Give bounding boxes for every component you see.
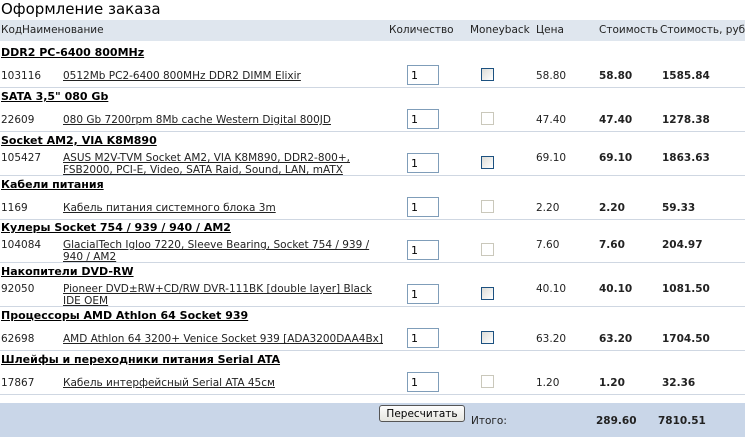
item-cost: 63.20 [599, 333, 633, 345]
item-cost: 58.80 [599, 70, 633, 82]
item-name-link[interactable]: Кабель интерфейсный Serial ATA 45см [63, 377, 383, 389]
item-price: 69.10 [536, 152, 567, 164]
category-link[interactable]: Socket AM2, VIA K8M890 [1, 134, 157, 147]
page-title: Оформление заказа [1, 0, 161, 18]
item-code: 17867 [1, 377, 35, 389]
item-code: 62698 [1, 333, 35, 345]
item-price: 7.60 [536, 239, 560, 251]
table-row: 103116 0512Mb PC2-6400 800MHz DDR2 DIMM E… [0, 61, 745, 88]
item-code: 92050 [1, 283, 35, 295]
total-label: Итого: [471, 415, 507, 427]
item-cost-rub: 1278.38 [662, 114, 710, 126]
item-code: 105427 [1, 152, 42, 164]
item-cost-rub: 204.97 [662, 239, 703, 251]
quantity-input[interactable] [407, 197, 439, 217]
row-divider [0, 306, 745, 307]
item-code: 22609 [1, 114, 35, 126]
quantity-input[interactable] [407, 65, 439, 85]
row-divider [0, 394, 745, 395]
row-divider [0, 87, 745, 88]
category-link[interactable]: DDR2 PC-6400 800MHz [1, 46, 144, 59]
item-code: 104084 [1, 239, 42, 251]
quantity-input[interactable] [407, 372, 439, 392]
quantity-input[interactable] [407, 109, 439, 129]
item-cost-rub: 1585.84 [662, 70, 710, 82]
item-price: 63.20 [536, 333, 567, 345]
category-link[interactable]: Шлейфы и переходники питания Serial ATA [1, 353, 280, 366]
recalculate-button[interactable]: Пересчитать [379, 405, 465, 422]
table-row: 92050 Pioneer DVD±RW+CD/RW DVR-111BK [dou… [0, 280, 745, 307]
header-moneyback: Moneyback [470, 24, 530, 36]
category-link[interactable]: Процессоры AMD Athlon 64 Socket 939 [1, 309, 248, 322]
moneyback-checkbox[interactable] [481, 331, 494, 344]
header-qty: Количество [389, 24, 454, 36]
table-row: 17867 Кабель интерфейсный Serial ATA 45см… [0, 368, 745, 395]
item-price: 40.10 [536, 283, 567, 295]
moneyback-checkbox[interactable] [481, 112, 494, 125]
item-name-link[interactable]: ASUS M2V-TVM Socket AM2, VIA K8M890, DDR… [63, 152, 383, 176]
item-code: 103116 [1, 70, 42, 82]
item-name-link[interactable]: Pioneer DVD±RW+CD/RW DVR-111BK [double l… [63, 283, 383, 307]
item-cost-rub: 1704.50 [662, 333, 710, 345]
moneyback-checkbox[interactable] [481, 287, 494, 300]
item-cost-rub: 32.36 [662, 377, 696, 389]
quantity-input[interactable] [407, 284, 439, 304]
row-divider [0, 175, 745, 176]
item-cost: 40.10 [599, 283, 633, 295]
table-row: 22609 080 Gb 7200rpm 8Mb cache Western Di… [0, 105, 745, 132]
header-code: Код [1, 24, 23, 36]
table-row: 62698 AMD Athlon 64 3200+ Venice Socket 9… [0, 324, 745, 351]
moneyback-checkbox[interactable] [481, 200, 494, 213]
item-cost: 7.60 [599, 239, 625, 251]
category-link[interactable]: Накопители DVD-RW [1, 265, 134, 278]
moneyback-checkbox[interactable] [481, 156, 494, 169]
item-cost-rub: 1863.63 [662, 152, 710, 164]
quantity-input[interactable] [407, 240, 439, 260]
total-cost-rub: 7810.51 [658, 415, 706, 427]
quantity-input[interactable] [407, 153, 439, 173]
category-link[interactable]: Кабели питания [1, 178, 104, 191]
item-cost: 2.20 [599, 202, 625, 214]
row-divider [0, 262, 745, 263]
total-cost: 289.60 [596, 415, 637, 427]
table-row: 105427 ASUS M2V-TVM Socket AM2, VIA K8M89… [0, 149, 745, 176]
item-cost-rub: 1081.50 [662, 283, 710, 295]
item-code: 1169 [1, 202, 28, 214]
row-divider [0, 219, 745, 220]
table-row: 1169 Кабель питания системного блока 3m 2.… [0, 193, 745, 220]
item-name-link[interactable]: AMD Athlon 64 3200+ Venice Socket 939 [A… [63, 333, 383, 345]
table-header: Код Наименование Количество Moneyback Це… [0, 20, 745, 41]
header-cost-rub: Стоимость, руб. [660, 24, 745, 36]
item-name-link[interactable]: GlacialTech Igloo 7220, Sleeve Bearing, … [63, 239, 383, 263]
row-divider [0, 131, 745, 132]
header-cost: Стоимость [599, 24, 659, 36]
item-price: 58.80 [536, 70, 567, 82]
header-name: Наименование [22, 24, 104, 36]
item-price: 1.20 [536, 377, 560, 389]
item-cost-rub: 59.33 [662, 202, 696, 214]
category-link[interactable]: SATA 3,5" 080 Gb [1, 90, 108, 103]
category-link[interactable]: Кулеры Socket 754 / 939 / 940 / AM2 [1, 221, 231, 234]
item-name-link[interactable]: 080 Gb 7200rpm 8Mb cache Western Digital… [63, 114, 383, 126]
row-divider [0, 350, 745, 351]
item-cost: 69.10 [599, 152, 633, 164]
table-footer: Итого: 289.60 7810.51 [0, 403, 745, 437]
moneyback-checkbox[interactable] [481, 375, 494, 388]
item-name-link[interactable]: 0512Mb PC2-6400 800MHz DDR2 DIMM Elixir [63, 70, 383, 82]
item-cost: 1.20 [599, 377, 625, 389]
table-row: 104084 GlacialTech Igloo 7220, Sleeve Bea… [0, 236, 745, 263]
quantity-input[interactable] [407, 328, 439, 348]
moneyback-checkbox[interactable] [481, 243, 494, 256]
item-price: 2.20 [536, 202, 560, 214]
header-price: Цена [536, 24, 564, 36]
item-price: 47.40 [536, 114, 567, 126]
moneyback-checkbox[interactable] [481, 68, 494, 81]
item-name-link[interactable]: Кабель питания системного блока 3m [63, 202, 383, 214]
item-cost: 47.40 [599, 114, 633, 126]
